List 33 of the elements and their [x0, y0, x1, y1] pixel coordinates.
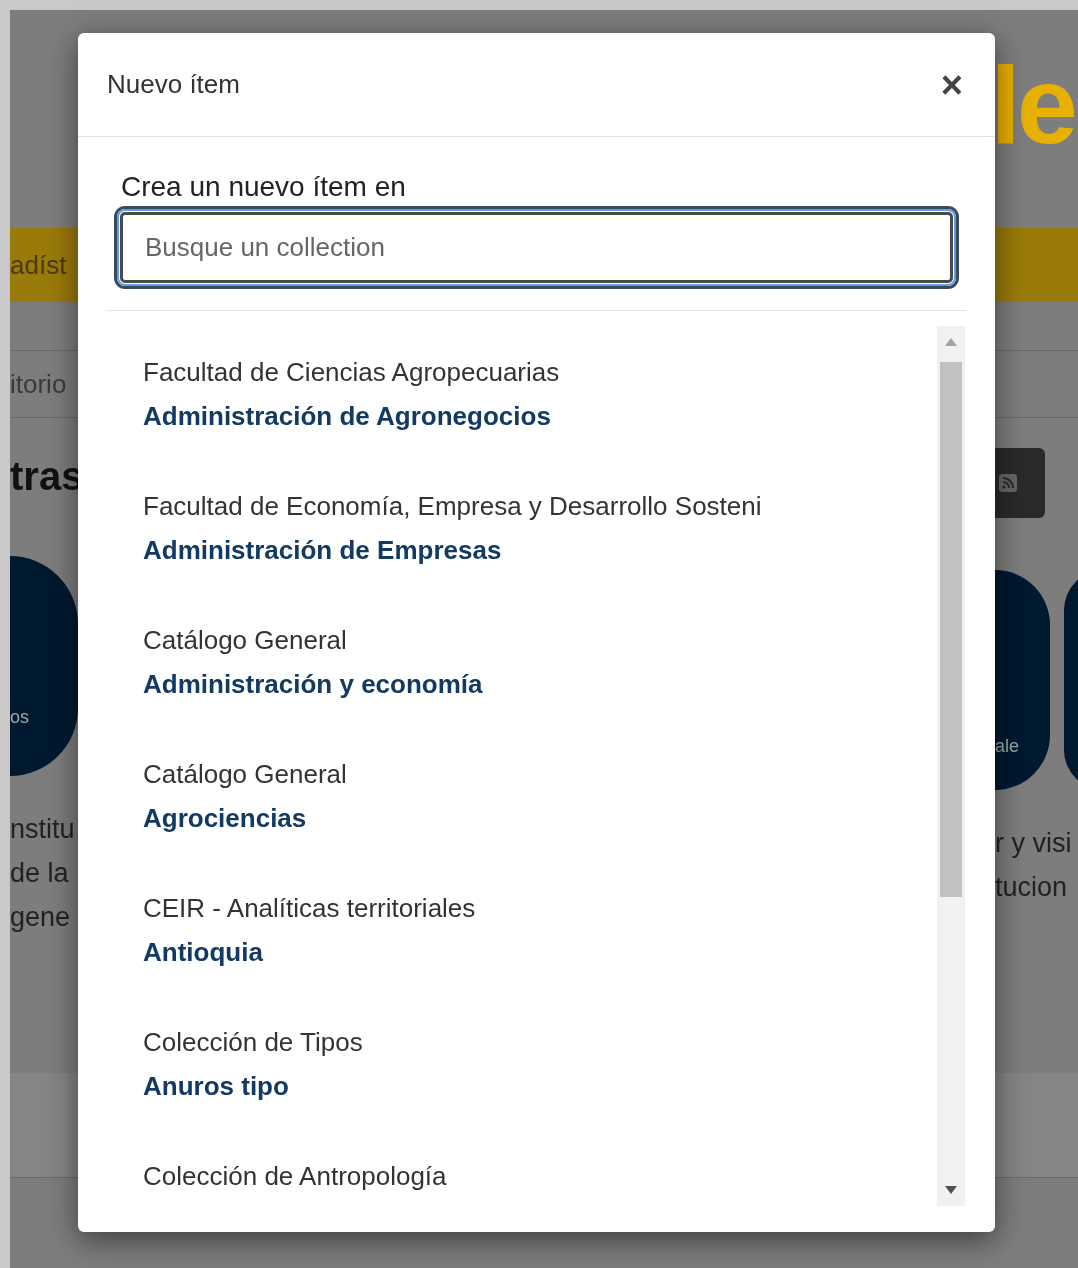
search-field[interactable]: Busque un collection [117, 209, 956, 286]
parent-community: Facultad de Ciencias Agropecuarias [143, 356, 561, 389]
section-heading: tras [10, 456, 78, 496]
rss-button[interactable] [995, 448, 1045, 518]
circle-label: ale [995, 735, 1020, 758]
collection-link[interactable]: Administración de Empresas [143, 532, 937, 568]
breadcrumb-text: itorio [10, 367, 67, 401]
scroll-up-icon [945, 338, 957, 346]
collection-link[interactable]: Antioquia [143, 934, 937, 970]
parent-community: Catálogo General [143, 758, 348, 791]
scrollbar[interactable] [937, 326, 965, 1206]
body-text: de la [10, 857, 70, 890]
collection-link[interactable]: Anuros tipo [143, 1068, 937, 1104]
body-text: gene [10, 901, 72, 934]
scrollbar-thumb[interactable] [940, 362, 962, 897]
parent-community: CEIR - Analíticas territoriales [143, 892, 477, 925]
body-text: tucion [995, 871, 1069, 904]
logo-text: le [990, 50, 1074, 160]
circle-label: os [10, 706, 29, 729]
collection-link[interactable]: Agrociencias [143, 800, 937, 836]
body-text: nstitu [10, 813, 76, 846]
body-text: r y visi [995, 827, 1073, 860]
close-button[interactable]: × [940, 65, 963, 104]
modal-title: Nuevo ítem [107, 68, 240, 101]
parent-community: Catálogo General [143, 624, 348, 657]
collection-link[interactable]: Administración y economía [143, 666, 937, 702]
parent-community: Colección de Tipos [143, 1026, 364, 1059]
field-label: Crea un nuevo ítem en [121, 173, 407, 201]
rss-icon [998, 473, 1018, 493]
parent-community: Facultad de Economía, Empresa y Desarrollo Sosteni [143, 490, 763, 523]
parent-community: Colección de Antropología [143, 1160, 448, 1193]
scroll-down-icon [945, 1186, 957, 1194]
collection-link[interactable]: Administración de Agronegocios [143, 398, 937, 434]
